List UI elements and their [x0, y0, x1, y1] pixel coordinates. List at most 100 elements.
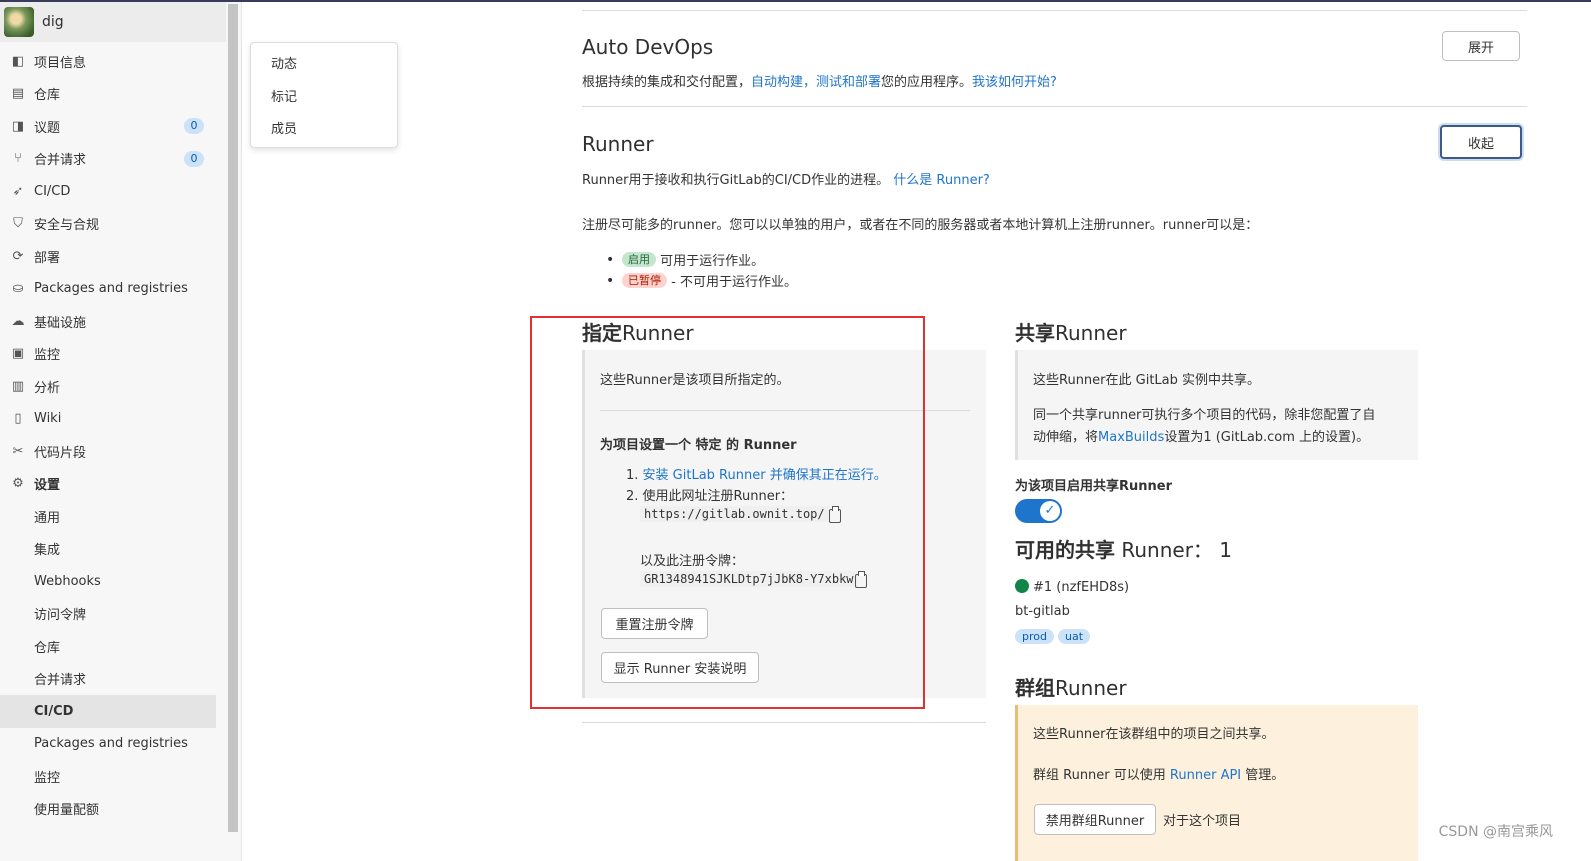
sidebar-item-label: 代码片段: [34, 445, 87, 461]
project-name: dig: [42, 14, 64, 30]
online-status-icon: [1015, 579, 1029, 593]
sidebar-sub-general[interactable]: 通用: [0, 500, 226, 533]
sidebar-sub-label: 访问令牌: [34, 608, 87, 624]
sidebar-item-packages[interactable]: ⛀ Packages and registries: [0, 273, 226, 306]
status-badge-active: 启用: [622, 252, 656, 267]
runner-api-link[interactable]: Runner API: [1170, 768, 1241, 783]
shared-runner-toggle[interactable]: ✓: [1015, 499, 1062, 523]
sidebar-sub-webhooks[interactable]: Webhooks: [0, 565, 226, 598]
sidebar-item-snippets[interactable]: ✂ 代码片段: [0, 435, 226, 468]
sidebar-scrollbar[interactable]: [228, 4, 238, 832]
maxbuilds-link[interactable]: MaxBuilds: [1098, 430, 1164, 445]
sidebar-sub-integrations[interactable]: 集成: [0, 533, 226, 566]
sidebar-item-label: 设置: [34, 478, 61, 494]
disable-group-runners-button[interactable]: 禁用群组Runner: [1034, 804, 1156, 835]
sidebar-item-label: 监控: [34, 348, 61, 364]
sidebar-item-security[interactable]: ⛉ 安全与合规: [0, 208, 226, 241]
sidebar-item-cicd[interactable]: ➶ CI/CD: [0, 175, 226, 208]
divider: [582, 106, 1527, 107]
sidebar-item-wiki[interactable]: ▯ Wiki: [0, 403, 226, 436]
sidebar-sub-access-tokens[interactable]: 访问令牌: [0, 598, 226, 631]
flyout-item-members[interactable]: 成员: [251, 114, 397, 147]
sidebar-sub-cicd[interactable]: CI/CD: [0, 695, 216, 728]
runner-status-active: 启用 可用于运行作业。: [606, 250, 764, 270]
available-shared-runners: 可用的共享 Runner： 1: [1015, 538, 1233, 562]
autodevops-expand-button[interactable]: 展开: [1442, 31, 1520, 61]
sidebar-sub-label: 集成: [34, 543, 61, 559]
runner-status-paused: 已暂停 - 不可用于运行作业。: [606, 271, 797, 291]
sidebar-item-analytics[interactable]: ▥ 分析: [0, 370, 226, 403]
issues-icon: ◨: [11, 118, 25, 134]
sidebar-project-header[interactable]: dig: [0, 2, 226, 42]
sidebar-item-infrastructure[interactable]: ☁ 基础设施: [0, 305, 226, 338]
sidebar-sub-monitor[interactable]: 监控: [0, 760, 226, 793]
sidebar-item-merge-requests[interactable]: ⑂ 合并请求 0: [0, 143, 226, 176]
sidebar-sub-label: 合并请求: [34, 673, 87, 689]
sidebar-sub-label: Packages and registries: [34, 736, 188, 752]
runner-description: Runner用于接收和执行GitLab的CI/CD作业的进程。 什么是 Runn…: [582, 173, 990, 188]
sidebar-item-label: 仓库: [34, 88, 61, 104]
book-icon: ▯: [14, 411, 22, 427]
group-runner-desc: 群组 Runner 可以使用 Runner API 管理。: [1033, 768, 1285, 783]
sidebar-item-repository[interactable]: ▤ 仓库: [0, 78, 226, 111]
autodevops-link-howto[interactable]: 我该如何开始?: [972, 75, 1057, 90]
sidebar-item-project-info[interactable]: ◧ 项目信息: [0, 45, 226, 78]
group-runner-title: 群组Runner: [1015, 676, 1127, 700]
group-runner-intro: 这些Runner在该群组中的项目之间共享。: [1033, 727, 1275, 742]
sidebar-item-deploy[interactable]: ⟳ 部署: [0, 240, 226, 273]
watermark: CSDN @南宫乘风: [1438, 824, 1553, 840]
autodevops-link-autobuild[interactable]: 自动构建，测试和部署: [751, 75, 881, 90]
sidebar-sub-merge-requests[interactable]: 合并请求: [0, 663, 226, 696]
sidebar-sub-repository[interactable]: 仓库: [0, 630, 226, 663]
project-info-flyout: 动态 标记 成员: [250, 42, 398, 148]
sidebar-item-label: 安全与合规: [34, 218, 100, 234]
chart-icon: ▥: [11, 378, 25, 394]
sidebar-sub-usage-quotas[interactable]: 使用量配额: [0, 793, 226, 826]
merge-icon: ⑂: [14, 151, 22, 167]
package-icon: ⛀: [12, 281, 24, 297]
divider: [582, 10, 1527, 11]
scissors-icon: ✂: [12, 443, 24, 459]
shared-runner-title: 共享Runner: [1015, 321, 1127, 345]
autodevops-description: 根据持续的集成和交付配置，自动构建，测试和部署您的应用程序。我该如何开始?: [582, 75, 1057, 90]
info-icon: ◧: [11, 53, 25, 69]
shared-runner-desc-1: 同一个共享runner可执行多个项目的代码，除非您配置了自: [1033, 408, 1376, 423]
sidebar: dig ◧ 项目信息 ▤ 仓库 ◨ 议题 0 ⑂ 合并请求 0 ➶ CI/CD ⛉ 安全与合规 …: [0, 2, 242, 861]
check-icon: ✓: [1040, 501, 1060, 521]
shared-runner-name: bt-gitlab: [1015, 604, 1070, 619]
sidebar-item-label: 分析: [34, 380, 61, 396]
sidebar-item-label: 基础设施: [34, 315, 87, 331]
runner-collapse-button[interactable]: 收起: [1440, 125, 1522, 159]
sidebar-item-label: Wiki: [34, 411, 62, 427]
sidebar-item-label: CI/CD: [34, 183, 71, 199]
runner-register-text: 注册尽可能多的runner。您可以以单独的用户，或者在不同的服务器或者本地计算机…: [582, 218, 1259, 233]
sidebar-item-issues[interactable]: ◨ 议题 0: [0, 110, 226, 143]
merge-count-badge: 0: [184, 150, 204, 167]
sidebar-item-label: 项目信息: [34, 55, 87, 71]
autodevops-title: Auto DevOps: [582, 35, 714, 59]
sidebar-item-label: 合并请求: [34, 153, 87, 169]
shared-runner-intro: 这些Runner在此 GitLab 实例中共享。: [1033, 373, 1261, 388]
flyout-item-labels[interactable]: 标记: [251, 82, 397, 115]
cloud-icon: ☁: [11, 313, 25, 329]
sidebar-item-settings[interactable]: ⚙ 设置: [0, 468, 226, 501]
shield-icon: ⛉: [13, 216, 23, 232]
rocket-icon: ➶: [12, 183, 24, 199]
file-icon: ▤: [11, 86, 25, 102]
sidebar-nav: ◧ 项目信息 ▤ 仓库 ◨ 议题 0 ⑂ 合并请求 0 ➶ CI/CD ⛉ 安全与合规 ⟳ 部署 …: [0, 45, 226, 825]
issues-count-badge: 0: [184, 118, 204, 134]
sidebar-sub-packages[interactable]: Packages and registries: [0, 728, 226, 761]
sidebar-sub-label: 仓库: [34, 640, 61, 656]
runner-tag: prod: [1015, 629, 1054, 644]
group-button-suffix: 对于这个项目: [1163, 814, 1242, 829]
gear-icon: ⚙: [12, 476, 24, 492]
sidebar-item-label: Packages and registries: [34, 281, 188, 297]
shared-toggle-label: 为该项目启用共享Runner: [1015, 479, 1173, 494]
flyout-item-activity[interactable]: 动态: [251, 49, 397, 82]
shared-runner-item[interactable]: #1 (nzfEHD8s): [1015, 579, 1129, 595]
sidebar-item-label: 议题: [34, 120, 61, 136]
status-badge-paused: 已暂停: [622, 273, 667, 288]
sidebar-sub-label: 监控: [34, 770, 61, 786]
what-is-runner-link[interactable]: 什么是 Runner?: [893, 173, 990, 188]
sidebar-item-monitor[interactable]: ▣ 监控: [0, 338, 226, 371]
